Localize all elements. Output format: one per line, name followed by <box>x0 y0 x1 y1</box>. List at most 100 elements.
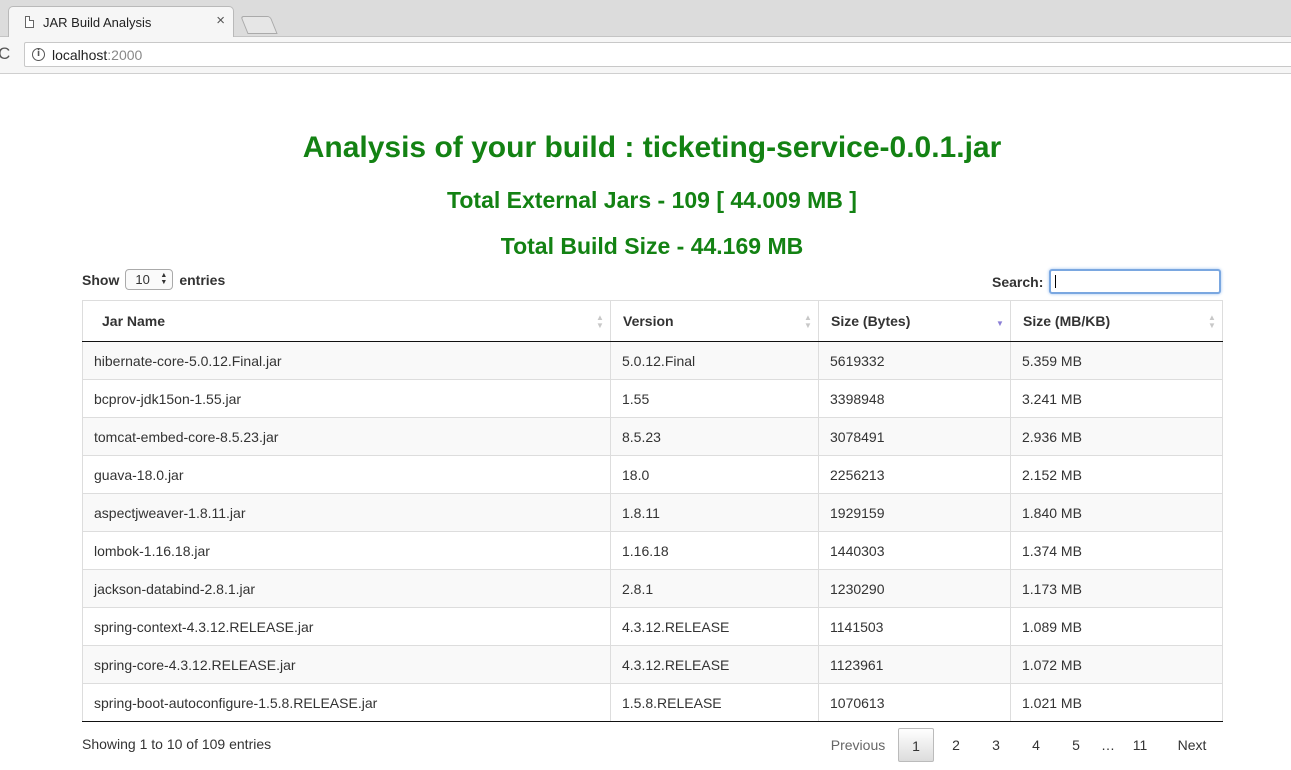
page-button-1[interactable]: 1 <box>898 728 934 762</box>
cell-size-bytes: 1141503 <box>818 607 1011 646</box>
table-row: jackson-databind-2.8.1.jar 2.8.1 1230290… <box>82 569 1223 608</box>
page-button-3[interactable]: 3 <box>976 728 1016 762</box>
cell-size-mb: 1.072 MB <box>1010 645 1223 684</box>
cell-size-bytes: 1440303 <box>818 531 1011 570</box>
page-title: Analysis of your build : ticketing-servi… <box>302 131 1002 164</box>
search-control: Search: <box>992 269 1222 294</box>
cell-size-mb: 1.840 MB <box>1010 493 1223 532</box>
page-icon <box>25 16 34 28</box>
table-row: aspectjweaver-1.8.11.jar 1.8.11 1929159 … <box>82 493 1223 532</box>
cell-size-mb: 2.152 MB <box>1010 455 1223 494</box>
cell-size-mb: 2.936 MB <box>1010 417 1223 456</box>
entries-select[interactable]: 10 ▲ ▼ <box>125 269 174 290</box>
cell-size-bytes: 3398948 <box>818 379 1011 418</box>
table-header-row: Jar Name ▲ ▼ Version ▲ ▼ Size (Bytes) ▼ Si… <box>82 300 1223 342</box>
table-row: tomcat-embed-core-8.5.23.jar 8.5.23 3078… <box>82 417 1223 456</box>
build-size-summary: Total Build Size - 44.169 MB <box>500 233 804 259</box>
cell-version: 1.8.11 <box>610 493 819 532</box>
pagination-ellipsis: … <box>1101 737 1115 753</box>
select-arrows-icon: ▲ ▼ <box>160 272 168 286</box>
cell-size-mb: 5.359 MB <box>1010 341 1223 380</box>
cell-jar-name: lombok-1.16.18.jar <box>82 531 611 570</box>
table-row: bcprov-jdk15on-1.55.jar 1.55 3398948 3.2… <box>82 379 1223 418</box>
cell-size-bytes: 3078491 <box>818 417 1011 456</box>
cell-jar-name: guava-18.0.jar <box>82 455 611 494</box>
address-bar[interactable]: i localhost:2000 <box>24 42 1291 67</box>
page-button-5[interactable]: 5 <box>1056 728 1096 762</box>
table-row: spring-boot-autoconfigure-1.5.8.RELEASE.… <box>82 683 1223 722</box>
browser-toolbar: C i localhost:2000 <box>0 37 1291 74</box>
table-row: spring-core-4.3.12.RELEASE.jar 4.3.12.RE… <box>82 645 1223 684</box>
table-row: lombok-1.16.18.jar 1.16.18 1440303 1.374… <box>82 531 1223 570</box>
page-button-2[interactable]: 2 <box>936 728 976 762</box>
previous-button[interactable]: Previous <box>820 728 896 762</box>
column-header-label: Size (MB/KB) <box>1023 313 1111 329</box>
cell-size-bytes: 5619332 <box>818 341 1011 380</box>
cell-size-bytes: 2256213 <box>818 455 1011 494</box>
site-info-icon[interactable]: i <box>32 48 45 61</box>
cell-jar-name: spring-context-4.3.12.RELEASE.jar <box>82 607 611 646</box>
external-jars-summary: Total External Jars - 109 [ 44.009 MB ] <box>447 187 857 213</box>
url-host: localhost <box>52 47 108 63</box>
cell-size-mb: 1.173 MB <box>1010 569 1223 608</box>
cell-version: 1.5.8.RELEASE <box>610 683 819 722</box>
url-port: :2000 <box>107 47 143 63</box>
cell-size-bytes: 1929159 <box>818 493 1011 532</box>
entries-select-value: 10 <box>135 272 150 287</box>
page-button-11[interactable]: 11 <box>1120 728 1160 762</box>
column-header-label: Jar Name <box>102 313 166 329</box>
jars-table: Jar Name ▲ ▼ Version ▲ ▼ Size (Bytes) ▼ Si… <box>82 300 1223 722</box>
search-input[interactable] <box>1049 269 1222 294</box>
cell-size-mb: 3.241 MB <box>1010 379 1223 418</box>
sort-both-icon: ▲ ▼ <box>596 313 604 330</box>
cell-version: 2.8.1 <box>610 569 819 608</box>
cell-size-mb: 1.374 MB <box>1010 531 1223 570</box>
show-label: Show <box>82 271 120 288</box>
table-row: hibernate-core-5.0.12.Final.jar 5.0.12.F… <box>82 341 1223 380</box>
cell-version: 8.5.23 <box>610 417 819 456</box>
cell-jar-name: jackson-databind-2.8.1.jar <box>82 569 611 608</box>
cell-size-bytes: 1070613 <box>818 683 1011 722</box>
sort-both-icon: ▲ ▼ <box>1208 313 1216 330</box>
column-header-size-bytes[interactable]: Size (Bytes) ▼ <box>818 300 1011 342</box>
cell-jar-name: bcprov-jdk15on-1.55.jar <box>82 379 611 418</box>
sort-both-icon: ▲ ▼ <box>804 313 812 330</box>
browser-tab-strip: JAR Build Analysis × <box>0 0 1291 37</box>
tab-title: JAR Build Analysis <box>43 15 152 30</box>
entries-label: entries <box>179 271 226 288</box>
column-header-label: Version <box>623 313 674 329</box>
cell-version: 1.16.18 <box>610 531 819 570</box>
cell-size-bytes: 1123961 <box>818 645 1011 684</box>
browser-tab[interactable]: JAR Build Analysis × <box>8 6 234 37</box>
cell-jar-name: aspectjweaver-1.8.11.jar <box>82 493 611 532</box>
cell-size-mb: 1.089 MB <box>1010 607 1223 646</box>
cell-jar-name: hibernate-core-5.0.12.Final.jar <box>82 341 611 380</box>
search-label: Search: <box>992 273 1044 290</box>
next-button[interactable]: Next <box>1160 728 1224 762</box>
cell-size-bytes: 1230290 <box>818 569 1011 608</box>
cell-size-mb: 1.021 MB <box>1010 683 1223 722</box>
pagination: Previous 1 2 3 4 5 … 11 Next <box>820 728 1224 762</box>
tab-close-icon[interactable]: × <box>216 12 225 30</box>
column-header-size-mb[interactable]: Size (MB/KB) ▲ ▼ <box>1010 300 1223 342</box>
url-text[interactable]: localhost:2000 <box>52 47 142 63</box>
table-row: spring-context-4.3.12.RELEASE.jar 4.3.12… <box>82 607 1223 646</box>
column-header-jar-name[interactable]: Jar Name ▲ ▼ <box>82 300 611 342</box>
table-row: guava-18.0.jar 18.0 2256213 2.152 MB <box>82 455 1223 494</box>
page-button-4[interactable]: 4 <box>1016 728 1056 762</box>
cell-jar-name: spring-boot-autoconfigure-1.5.8.RELEASE.… <box>82 683 611 722</box>
new-tab-button[interactable] <box>240 16 278 34</box>
cell-jar-name: tomcat-embed-core-8.5.23.jar <box>82 417 611 456</box>
column-header-label: Size (Bytes) <box>831 313 911 329</box>
table-info: Showing 1 to 10 of 109 entries <box>82 736 272 752</box>
cell-version: 4.3.12.RELEASE <box>610 607 819 646</box>
sort-descending-icon: ▼ <box>996 319 1004 328</box>
entries-length-control: Show 10 ▲ ▼ entries <box>82 269 225 290</box>
reload-icon[interactable]: C <box>0 45 10 63</box>
column-header-version[interactable]: Version ▲ ▼ <box>610 300 819 342</box>
cell-version: 4.3.12.RELEASE <box>610 645 819 684</box>
cell-jar-name: spring-core-4.3.12.RELEASE.jar <box>82 645 611 684</box>
cell-version: 18.0 <box>610 455 819 494</box>
cell-version: 5.0.12.Final <box>610 341 819 380</box>
cell-version: 1.55 <box>610 379 819 418</box>
